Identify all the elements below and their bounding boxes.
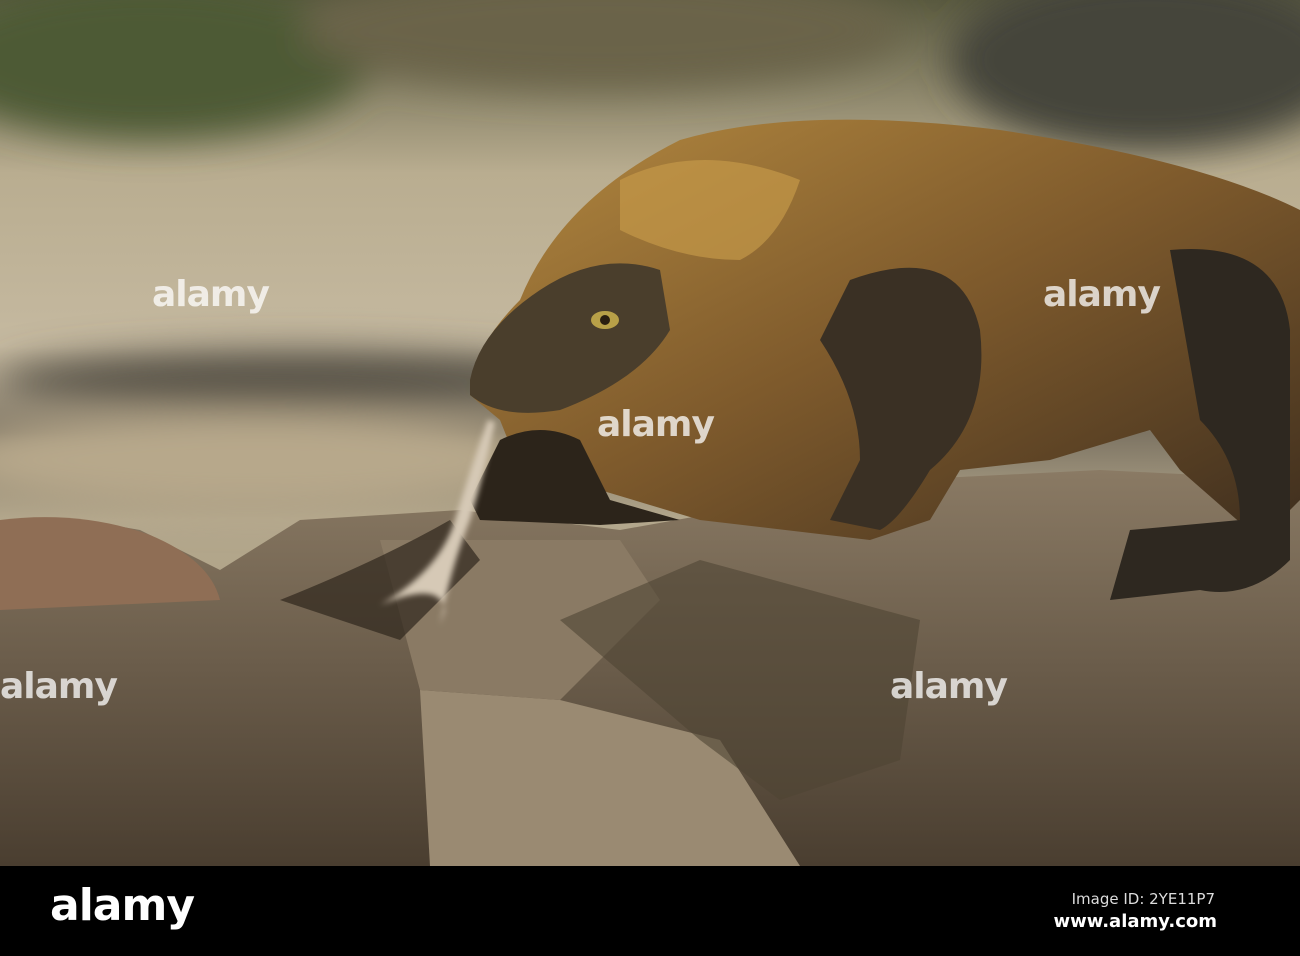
watermark: alamy bbox=[0, 666, 118, 707]
alamy-logo: alamy bbox=[50, 880, 195, 931]
image-id: Image ID: 2YE11P7 bbox=[1071, 890, 1215, 908]
site-url: www.alamy.com bbox=[1053, 911, 1217, 932]
watermark: alamy bbox=[1043, 274, 1161, 315]
watermark: alamy bbox=[597, 404, 715, 445]
stock-photo: alamy alamy alamy alamy alamy alamy Imag… bbox=[0, 0, 1300, 956]
watermark: alamy bbox=[890, 666, 1008, 707]
watermark: alamy bbox=[152, 274, 270, 315]
